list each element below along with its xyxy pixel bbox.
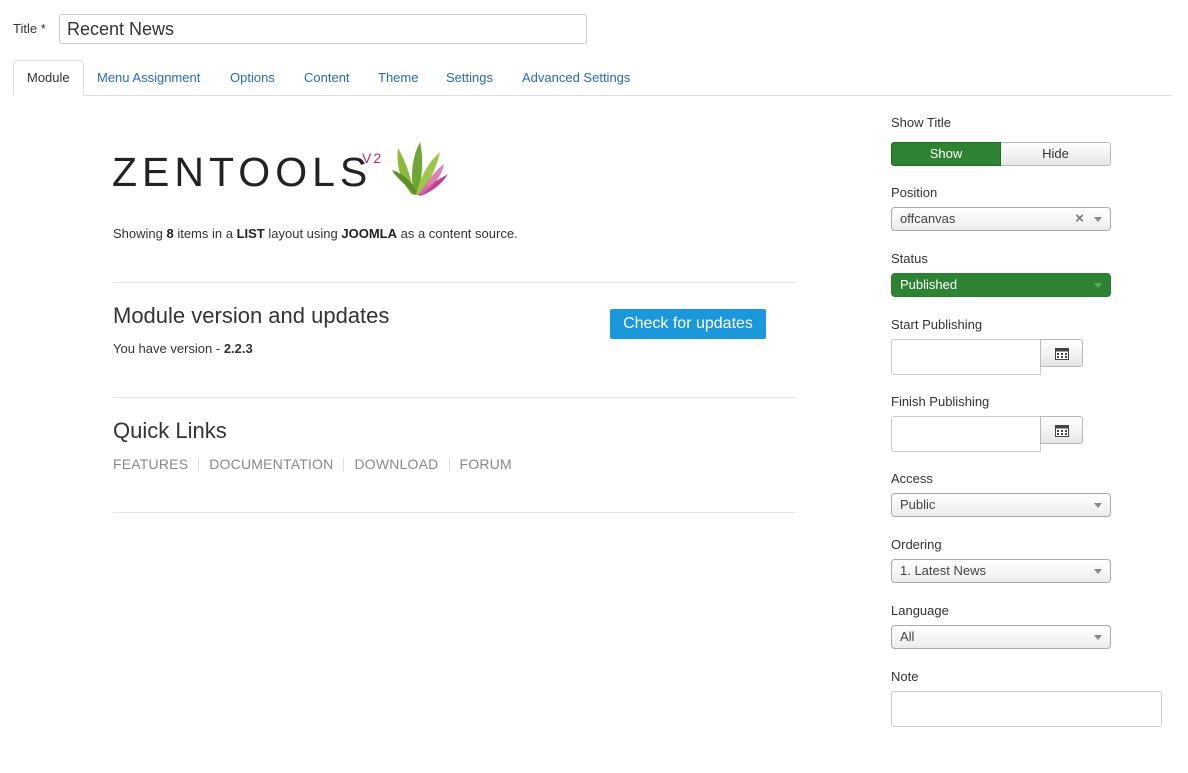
summary-prefix: Showing xyxy=(113,226,167,241)
tab-module[interactable]: Module xyxy=(13,60,84,96)
tab-content[interactable]: Content xyxy=(290,60,364,95)
check-updates-button[interactable]: Check for updates xyxy=(610,309,766,339)
divider xyxy=(113,397,796,398)
tab-theme[interactable]: Theme xyxy=(364,60,432,95)
chevron-down-icon xyxy=(1094,283,1102,288)
tab-settings[interactable]: Settings xyxy=(432,60,507,95)
chevron-down-icon xyxy=(1094,569,1102,574)
finish-publishing-input[interactable] xyxy=(891,416,1041,452)
position-label: Position xyxy=(891,185,938,200)
version-info: You have version - 2.2.3 xyxy=(113,341,253,356)
status-select[interactable]: Published xyxy=(891,273,1111,297)
language-value: All xyxy=(900,629,915,644)
position-value: offcanvas xyxy=(900,211,956,226)
logo-version: V2 xyxy=(362,150,384,166)
zentools-logo: ZENTOOLS xyxy=(112,149,373,195)
summary-mid2: layout using xyxy=(264,226,342,241)
ordering-label: Ordering xyxy=(891,537,942,552)
chevron-down-icon xyxy=(1094,635,1102,640)
summary-source: JOOMLA xyxy=(341,226,397,241)
summary-layout: LIST xyxy=(236,226,265,241)
tab-options[interactable]: Options xyxy=(216,60,289,95)
position-select[interactable]: offcanvas × xyxy=(891,207,1111,231)
title-input[interactable] xyxy=(59,14,587,44)
calendar-icon xyxy=(1055,425,1069,437)
link-separator xyxy=(343,457,345,471)
quick-links-list: FEATURES DOCUMENTATION DOWNLOAD FORUM xyxy=(113,456,512,472)
access-label: Access xyxy=(891,471,933,486)
version-number: 2.2.3 xyxy=(223,341,253,356)
language-label: Language xyxy=(891,603,949,618)
link-separator xyxy=(448,457,450,471)
divider xyxy=(113,512,796,513)
tabs-divider xyxy=(13,95,1172,96)
link-separator xyxy=(198,457,200,471)
summary-suffix: as a content source. xyxy=(396,226,518,241)
note-label: Note xyxy=(891,669,919,684)
start-publishing-input[interactable] xyxy=(891,339,1041,375)
access-value: Public xyxy=(900,497,936,512)
calendar-icon xyxy=(1055,348,1069,360)
summary-mid1: items in a xyxy=(173,226,237,241)
language-select[interactable]: All xyxy=(891,625,1111,649)
tab-advanced-settings[interactable]: Advanced Settings xyxy=(508,60,644,95)
hide-button[interactable]: Hide xyxy=(1001,142,1111,166)
updates-heading: Module version and updates xyxy=(113,303,390,328)
start-publishing-calendar-button[interactable] xyxy=(1040,339,1083,367)
divider xyxy=(113,282,796,283)
ordering-value: 1. Latest News xyxy=(900,563,986,578)
link-download[interactable]: DOWNLOAD xyxy=(354,456,438,472)
status-label: Status xyxy=(891,251,928,266)
show-title-label: Show Title xyxy=(891,115,951,130)
status-value: Published xyxy=(900,277,958,292)
version-prefix: You have version - xyxy=(113,341,224,356)
summary-count: 8 xyxy=(166,226,174,241)
note-input[interactable] xyxy=(891,691,1162,727)
show-title-toggle: Show Hide xyxy=(891,142,1111,166)
quick-links-heading: Quick Links xyxy=(113,418,227,443)
show-button[interactable]: Show xyxy=(891,142,1001,166)
finish-publishing-label: Finish Publishing xyxy=(891,394,990,409)
tab-menu-assignment[interactable]: Menu Assignment xyxy=(83,60,214,95)
access-select[interactable]: Public xyxy=(891,493,1111,517)
start-publishing-label: Start Publishing xyxy=(891,317,983,332)
ordering-select[interactable]: 1. Latest News xyxy=(891,559,1111,583)
title-label: Title * xyxy=(13,21,46,36)
link-features[interactable]: FEATURES xyxy=(113,456,188,472)
link-forum[interactable]: FORUM xyxy=(460,456,512,472)
finish-publishing-calendar-button[interactable] xyxy=(1040,416,1083,444)
link-documentation[interactable]: DOCUMENTATION xyxy=(209,456,333,472)
chevron-down-icon xyxy=(1094,503,1102,508)
leaf-logo-icon xyxy=(392,142,448,196)
close-icon[interactable]: × xyxy=(1075,208,1084,230)
content-summary: Showing 8 items in a LIST layout using J… xyxy=(113,226,518,241)
chevron-down-icon xyxy=(1094,217,1102,222)
